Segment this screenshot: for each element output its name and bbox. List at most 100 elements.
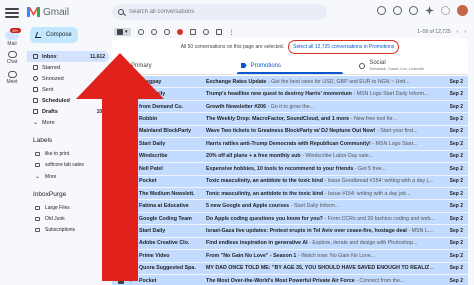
row-date: Sep 2 [449,128,463,135]
table-row[interactable]: ☆Adobe Creative Clo.Find endless inspira… [112,237,468,251]
label-item[interactable]: like to print [35,151,69,157]
message-list-panel: All 50 conversations on this page are se… [112,38,468,285]
nav-label: Drafts [42,108,58,115]
category-tabs: Primary Promotions Social Substack, Sarah… [112,57,468,75]
avatar[interactable] [457,5,468,16]
more-vert-icon[interactable]: ⋮ [229,29,235,36]
compose-button[interactable]: Compose [30,27,78,43]
row-snippet: - Watch now: No Gain No Love... [296,252,376,259]
table-row[interactable]: ☆Nell PatelExpensive hobbies, 10 tools t… [112,163,468,176]
row-subject-text: From "No Gain No Love" - Season 1 [206,252,297,259]
draft-icon [33,109,38,114]
table-row[interactable]: ☆The Medium Newslett.Tonic masculinity, … [112,187,468,201]
row-subject-text: Trump's headline new quest to destroy Ha… [206,91,352,98]
row-date: Sep 2 [449,215,463,222]
row-snippet: - Connect from the... [354,277,405,284]
hamburger-menu-icon[interactable] [5,6,19,18]
select-all-conversations-link[interactable]: Select all 12,725 conversations in Promo… [288,40,400,54]
row-snippet: - Get 5 free... [353,165,387,172]
archive-icon[interactable] [150,29,157,35]
table-row[interactable]: ☆Start DailyIsrael-Gaza live updates: Pr… [112,225,468,238]
search-bar[interactable] [112,4,327,20]
labels-heading: Labels [33,137,53,144]
select-all-checkbox[interactable]: ▾ [114,28,131,36]
inboxpurge-item[interactable]: Large Files [35,205,70,211]
row-date: Sep 2 [449,153,463,160]
arrow-shape [76,53,164,281]
table-row[interactable]: ☆from Demand Cu.Growth Newsletter #206 -… [112,100,468,114]
label-icon [35,152,40,156]
table-row[interactable]: ☆Prime VideoFrom "No Gain No Love" - Sea… [112,250,468,263]
row-subject-text: Toxic masculinity, an antidote to the to… [206,178,323,185]
label-item[interactable]: ⌄ More [35,173,56,181]
row-subject-text: Exchange Rates Update [206,78,267,85]
table-row[interactable]: ☆PocketThe Most Over-the-World's Most Po… [112,275,468,285]
gmail-logo[interactable]: Gmail [27,5,69,19]
inboxpurge-item[interactable]: Subscriptions [35,227,75,233]
next-page-icon[interactable]: › [464,29,466,35]
rail-mail[interactable]: 99+ Mail [0,28,24,47]
people-icon [359,62,366,69]
nav-label: Inbox [42,53,57,60]
tab-promotions[interactable]: Promotions [231,57,350,74]
report-spam-icon[interactable] [163,29,170,35]
side-panel-strip [468,38,474,285]
pager-text: 1–50 of 12,725 [417,29,451,35]
inboxpurge-item[interactable]: Old Junk [35,216,65,222]
prev-page-icon[interactable]: ‹ [457,29,459,35]
row-snippet: - MSN Logo Start Dail... [408,227,436,234]
snooze-icon[interactable] [202,29,209,35]
table-row[interactable]: ☆Quora Suggested Spa.MY DAD ONCE TOLD ME… [112,262,468,275]
mark-read-icon[interactable] [189,29,196,35]
tag-icon [240,63,247,68]
row-date: Sep 2 [449,140,463,147]
table-row[interactable]: ☆Mainland BlockPartyWave Two tickets to … [112,125,468,139]
settings-gear-icon[interactable] [409,6,418,15]
row-subject-text: 5 new Google and Apple courses [206,203,290,210]
label-icon [35,163,40,167]
row-date: Sep 2 [449,252,463,259]
table-row[interactable]: ☆Start DailyTrump's headline new quest t… [112,88,468,101]
chevron-down-icon: ⌄ [33,120,39,126]
inboxpurge-heading: InboxPurge [33,191,67,198]
table-row[interactable]: ☆RobbinThe Weekly Drop: MacroFactor, Sou… [112,113,468,126]
row-snippet: - Issue #154: writing with a day job... [323,190,411,197]
status-icon[interactable] [377,6,386,15]
tab-social[interactable]: Social Substack, Sarah Cox, LinkedIn [349,57,468,74]
chevron-down-icon: ⌄ [35,174,41,180]
apps-grid-icon[interactable] [441,6,450,15]
row-subject: MY DAD ONCE TOLD ME: "BY AGE 35, YOU SHO… [206,265,436,271]
compose-label: Compose [46,32,72,38]
table-row[interactable]: ☆PocketToxic masculinity, an antidote to… [112,175,468,188]
table-row[interactable]: ☆Windscribe20% off all plans + a free mo… [112,150,468,164]
table-row[interactable]: ☆Fatima at Educative5 new Google and App… [112,200,468,213]
row-subject-text: MY DAD ONCE TOLD ME: "BY AGE 35, YOU SHO… [206,265,436,272]
pagination: 1–50 of 12,725 ‹ › [417,29,466,35]
table-row[interactable]: ☆Start DailyHarris rattles anti-Trump De… [112,138,468,151]
rail-meet-label: Meet [6,79,18,85]
row-snippet: - Issue Goodbread #154: writing with a d… [324,178,436,185]
rail-meet[interactable]: Meet [0,71,24,85]
table-row[interactable]: ☆Google Coding TeamDo Apple coding quest… [112,212,468,226]
row-snippet: - Get the best rates for USD, GBP and EU… [266,78,410,85]
move-to-icon[interactable] [215,29,222,35]
row-date: Sep 2 [449,203,463,210]
delete-icon[interactable] [176,29,183,35]
nav-label: Starred [42,64,61,71]
star-icon [33,65,38,70]
help-icon[interactable] [393,6,402,15]
refresh-icon[interactable] [137,29,144,35]
table-row[interactable]: ☆GeegpayExchange Rates Update - Get the … [112,76,468,89]
rail-chat[interactable]: Chat [0,51,24,65]
row-subject: Expensive hobbies, 10 tools to recommend… [206,166,436,172]
nav-label: Snoozed [42,75,64,82]
row-snippet: - From CCRs and 20 fashion coding and we… [322,215,435,222]
row-subject: 5 new Google and Apple courses - Start D… [206,203,436,209]
search-icon[interactable] [118,9,124,15]
row-snippet: - Explore, iterate and design with Photo… [307,240,418,247]
app-rail: 99+ Mail Chat Meet [0,0,24,285]
search-input[interactable] [129,9,299,15]
row-date: Sep 2 [449,190,463,197]
gemini-icon[interactable] [425,6,434,15]
row-subject: Find endless inspiration in generative A… [206,240,436,246]
